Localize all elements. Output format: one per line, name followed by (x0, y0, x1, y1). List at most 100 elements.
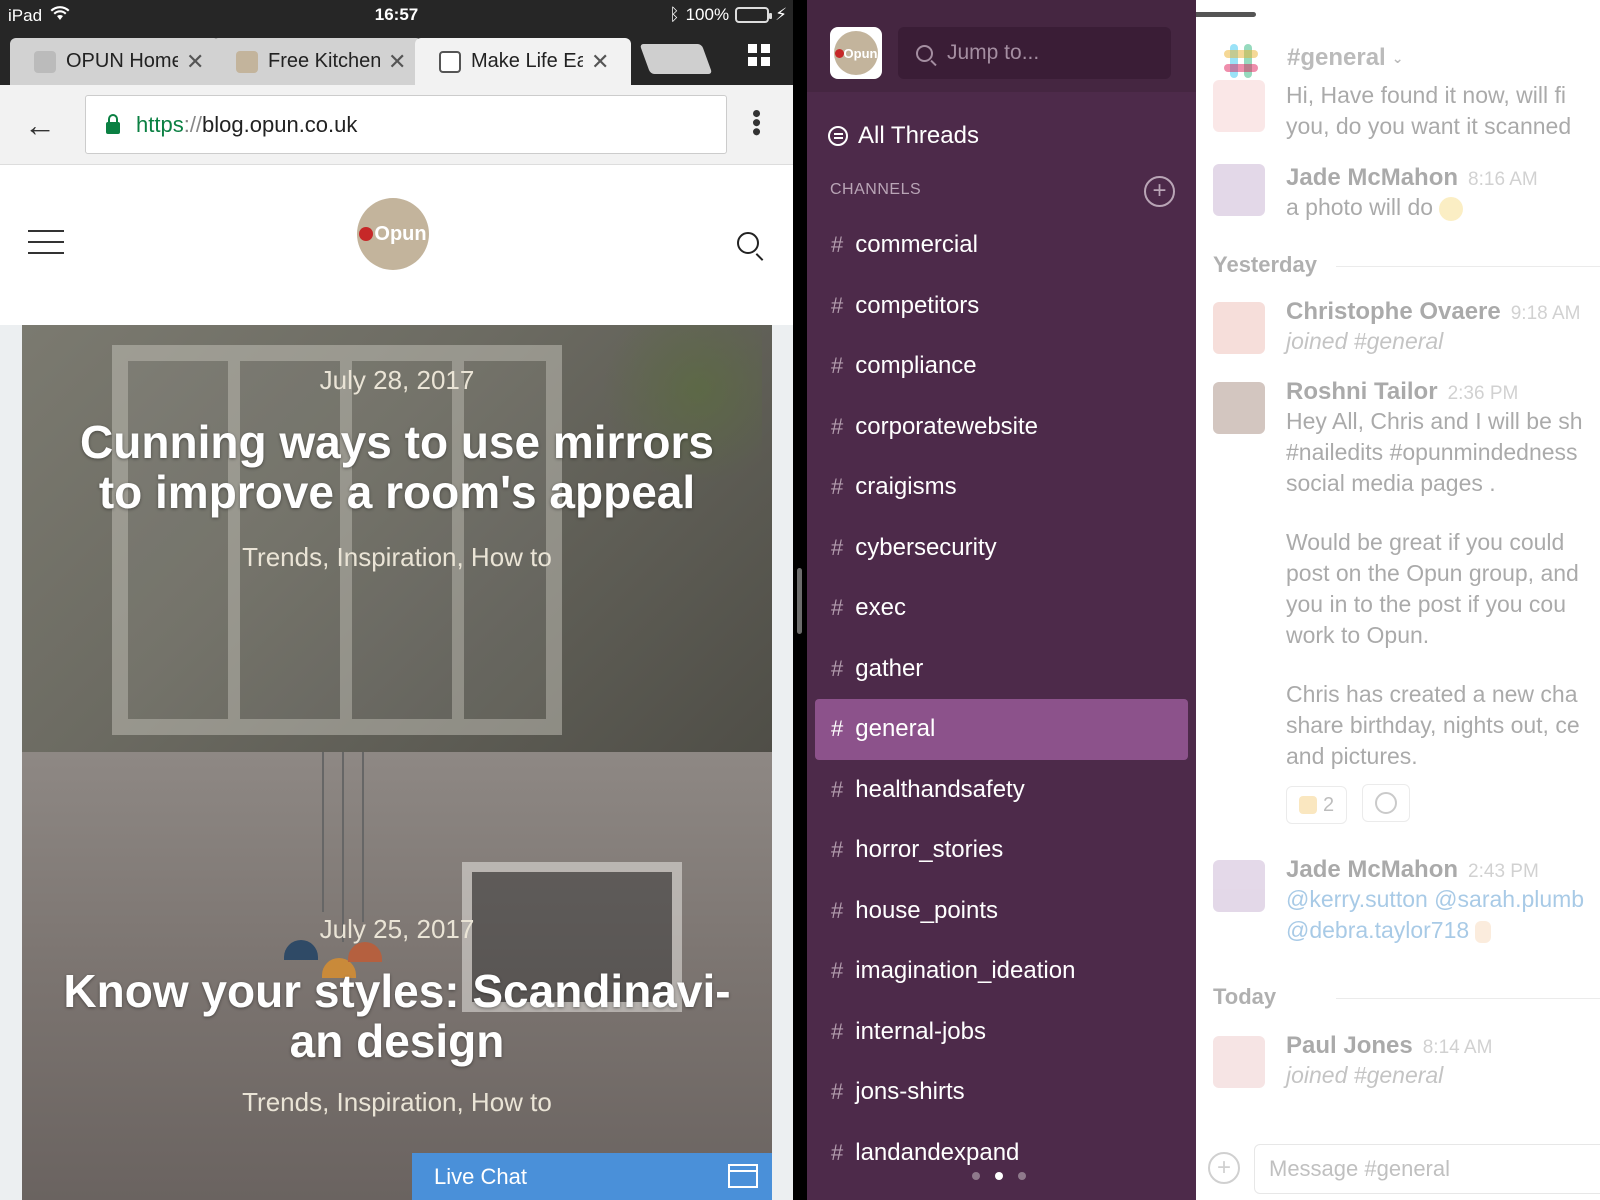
mention-link[interactable]: @kerry.sutton @sarah.plumb (1286, 884, 1600, 915)
close-tab-icon[interactable]: ✕ (388, 49, 406, 75)
channel-item-compliance[interactable]: # compliance (815, 336, 1188, 397)
tab-switcher-icon[interactable] (748, 44, 770, 66)
channel-label: craigisms (855, 473, 957, 501)
message-text: joined #general (1286, 1062, 1444, 1088)
logo-dot-icon (834, 48, 844, 58)
channel-item-imagination_ideation[interactable]: # imagination_ideation (815, 941, 1188, 1002)
hash-icon: # (831, 595, 844, 621)
lamp-cord (362, 752, 364, 922)
close-tab-icon[interactable]: ✕ (591, 49, 609, 75)
site-header: Opun (0, 166, 793, 325)
page-dot (972, 1172, 980, 1180)
hash-icon: # (831, 474, 844, 500)
message: Hi, Have found it now, will fi you, do y… (1196, 80, 1600, 156)
mention-link[interactable]: @debra.taylor718 (1286, 917, 1469, 943)
channel-label: horror_stories (855, 836, 1004, 864)
channel-item-jons-shirts[interactable]: # jons-shirts (815, 1062, 1188, 1123)
more-menu-icon[interactable]: ••• (742, 109, 772, 136)
mirror-image (112, 345, 562, 735)
channel-label: exec (855, 594, 906, 622)
channel-label: imagination_ideation (855, 957, 1076, 985)
search-icon[interactable] (737, 232, 759, 254)
post-title[interactable]: Know your styles: Scandinavi- an design (42, 966, 752, 1066)
avatar[interactable] (1213, 302, 1265, 354)
channel-item-cybersecurity[interactable]: # cybersecurity (815, 518, 1188, 579)
tab-free-kitchen[interactable]: Free Kitchen ✕ (212, 38, 422, 85)
divider-handle[interactable] (797, 568, 802, 634)
page-dot-active (995, 1172, 1003, 1180)
hash-icon: # (831, 353, 844, 379)
live-chat-label: Live Chat (434, 1163, 527, 1189)
message-input[interactable] (1254, 1144, 1600, 1194)
avatar[interactable] (1213, 164, 1265, 216)
channel-item-commercial[interactable]: # commercial (815, 215, 1188, 276)
channel-item-gather[interactable]: # gather (815, 639, 1188, 700)
message-author[interactable]: Roshni Tailor 2:36 PM (1286, 378, 1600, 406)
avatar[interactable] (1213, 860, 1265, 912)
post-card[interactable]: July 28, 2017 Cunning ways to use mirror… (22, 325, 772, 752)
channels-header[interactable]: CHANNELS (830, 181, 921, 199)
channel-item-horror_stories[interactable]: # horror_stories (815, 820, 1188, 881)
message-author[interactable]: Jade McMahon 8:16 AM (1286, 164, 1600, 192)
close-tab-icon[interactable]: ✕ (186, 49, 204, 75)
hash-icon: # (831, 1079, 844, 1105)
new-tab-button[interactable] (639, 44, 713, 74)
message-author[interactable]: Jade McMahon 2:43 PM (1286, 856, 1600, 884)
hash-icon: # (831, 413, 844, 439)
channel-item-general[interactable]: # general (815, 699, 1188, 760)
post-categories[interactable]: Trends, Inspiration, How to (22, 542, 772, 573)
tab-opun-home[interactable]: OPUN Home ✕ (10, 38, 220, 85)
workspace-logo[interactable]: Opun (830, 27, 882, 79)
avatar[interactable] (1213, 382, 1265, 434)
reaction-thumbs-up[interactable]: 2 (1286, 786, 1348, 824)
site-logo[interactable]: Opun (357, 198, 429, 270)
channel-item-competitors[interactable]: # competitors (815, 276, 1188, 337)
channel-item-healthandsafety[interactable]: # healthandsafety (815, 760, 1188, 821)
address-bar[interactable]: https :// blog.opun.co.uk (85, 95, 727, 154)
hash-icon: # (831, 534, 844, 560)
back-arrow-icon[interactable]: ← (24, 107, 56, 144)
add-reaction-button[interactable] (1361, 784, 1410, 822)
channel-title[interactable]: #general ⌄ (1287, 44, 1403, 72)
message: Jade McMahon 8:16 AM a photo will do (1196, 164, 1600, 252)
tab-make-life-easier[interactable]: Make Life Ea ✕ (415, 38, 631, 85)
channel-item-internal-jobs[interactable]: # internal-jobs (815, 1002, 1188, 1063)
tab-title: Free Kitchen (268, 50, 380, 72)
message-text: and pictures. (1286, 743, 1418, 769)
message-text: joined #general (1286, 328, 1444, 354)
smiley-emoji-icon (1439, 196, 1464, 221)
all-threads-link[interactable]: All Threads (828, 122, 979, 150)
drag-handle[interactable] (1196, 12, 1256, 17)
plus-circle-icon[interactable]: + (1208, 1152, 1240, 1184)
avatar[interactable] (1213, 1036, 1265, 1088)
reaction-count: 2 (1323, 793, 1335, 816)
message-text: share birthday, nights out, ce (1286, 712, 1580, 738)
workspace-header: Opun Jump to... (807, 0, 1196, 92)
channel-item-corporatewebsite[interactable]: # corporatewebsite (815, 397, 1188, 458)
channel-label: jons-shirts (855, 1078, 965, 1106)
add-channel-icon[interactable]: + (1144, 176, 1175, 207)
post-card[interactable]: July 25, 2017 Know your styles: Scandina… (22, 752, 772, 1200)
hamburger-icon[interactable] (28, 230, 64, 254)
timestamp: 2:36 PM (1447, 383, 1519, 404)
message-text: Chris has created a new cha (1286, 681, 1578, 707)
jump-to-search[interactable]: Jump to... (898, 27, 1171, 79)
url-host: blog.opun.co.uk (202, 111, 358, 137)
message-author[interactable]: Christophe Ovaere 9:18 AM (1286, 298, 1600, 326)
channel-label: cybersecurity (855, 533, 997, 561)
live-chat-button[interactable]: Live Chat (412, 1153, 772, 1200)
channel-item-house_points[interactable]: # house_points (815, 881, 1188, 942)
split-view-divider[interactable] (793, 0, 807, 1200)
post-categories[interactable]: Trends, Inspiration, How to (22, 1087, 772, 1118)
hash-icon: # (831, 1139, 844, 1165)
post-title[interactable]: Cunning ways to use mirrors to improve a… (42, 417, 752, 517)
channel-item-exec[interactable]: # exec (815, 578, 1188, 639)
post-title-line: Cunning ways to use mirrors (80, 416, 714, 468)
hash-icon: # (831, 232, 844, 258)
channel-label: house_points (855, 896, 999, 924)
message-text: post on the Opun group, and (1286, 560, 1579, 586)
channel-item-craigisms[interactable]: # craigisms (815, 457, 1188, 518)
message-author[interactable]: Paul Jones 8:14 AM (1286, 1032, 1600, 1060)
logo-text: Opun (843, 45, 878, 61)
channel-label: healthandsafety (855, 775, 1025, 803)
